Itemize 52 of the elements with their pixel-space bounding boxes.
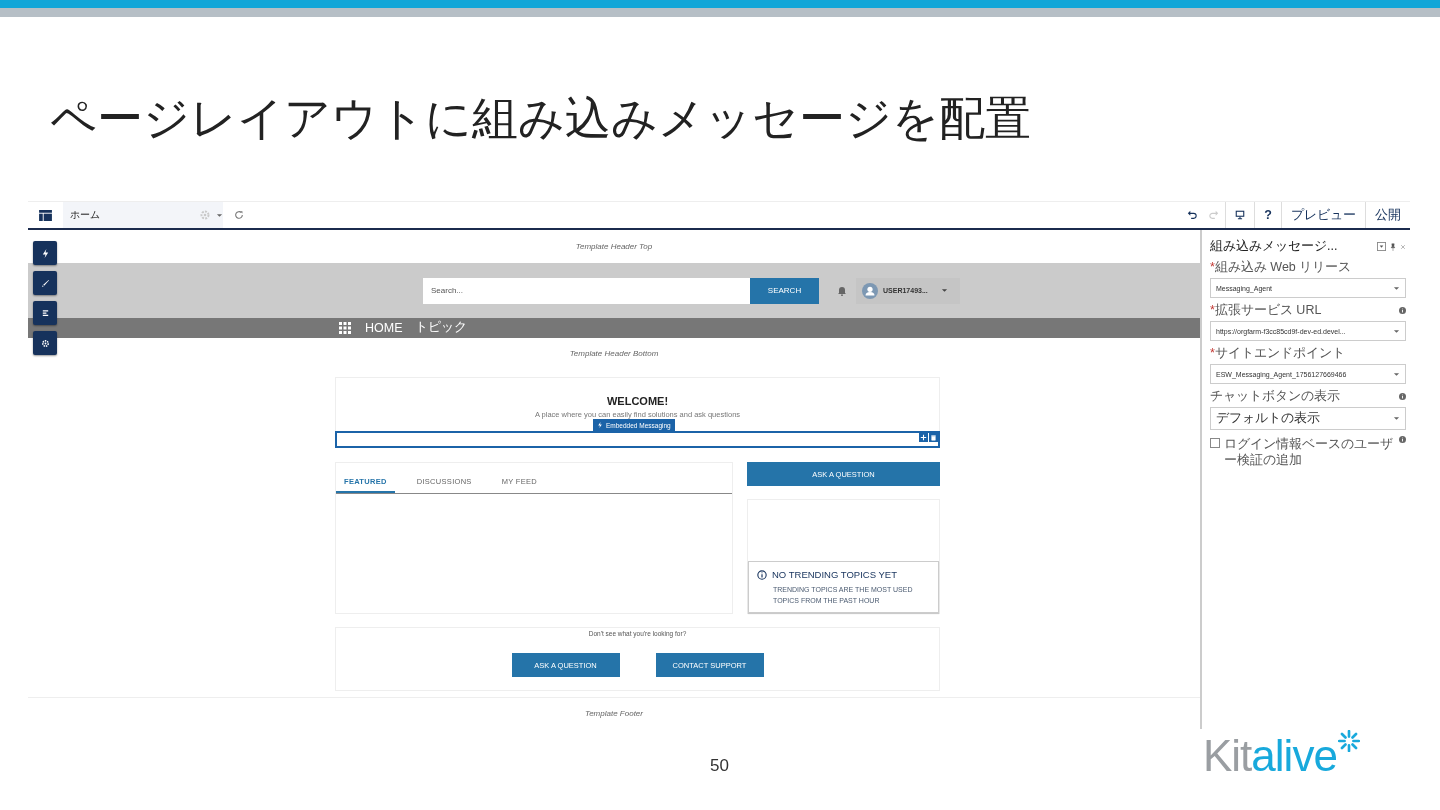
lightning-icon xyxy=(40,248,50,258)
layout-icon[interactable] xyxy=(39,209,52,221)
select-field[interactable]: デフォルトの表示 xyxy=(1210,407,1406,430)
refresh-icon[interactable] xyxy=(234,210,244,220)
field-label: *拡張サービス URL xyxy=(1210,302,1322,319)
undo-icon xyxy=(1187,210,1198,220)
template-header-top-label: Template Header Top xyxy=(575,241,653,251)
settings-button[interactable] xyxy=(33,331,57,355)
notification-bell-icon[interactable] xyxy=(837,285,847,296)
page-number: 50 xyxy=(710,756,729,776)
checkbox-label: ログイン情報ベースのユーザー検証の追加 xyxy=(1224,436,1394,468)
caret-icon xyxy=(1393,328,1400,334)
monitor-icon xyxy=(1235,210,1246,220)
checkbox[interactable] xyxy=(1210,438,1220,448)
embedded-messaging-component[interactable] xyxy=(335,431,940,449)
field-label: *組み込み Web リリース xyxy=(1210,259,1352,276)
search-field[interactable]: Search... xyxy=(423,277,750,304)
brush-icon xyxy=(40,278,50,288)
components-button[interactable] xyxy=(33,241,57,265)
company-logo: Kitalive xyxy=(1203,728,1360,784)
gear-icon xyxy=(200,210,210,220)
asterisk-icon xyxy=(1337,730,1360,752)
caret-icon xyxy=(1393,416,1400,421)
welcome-title: WELCOME! xyxy=(606,395,669,408)
caret-icon xyxy=(216,212,223,218)
page-selector[interactable]: ホーム xyxy=(63,202,223,228)
slide-title: ページレイアウトに組み込みメッセージを配置 xyxy=(50,91,1032,146)
list-button[interactable] xyxy=(33,301,57,325)
lightning-icon xyxy=(597,422,603,429)
settings-icon xyxy=(40,338,50,348)
caret-icon xyxy=(1393,285,1400,291)
avatar-icon xyxy=(862,282,878,299)
list-icon xyxy=(40,308,50,318)
app-launcher-icon[interactable] xyxy=(339,321,351,334)
template-footer-label: Template Footer xyxy=(585,709,643,719)
template-header-bottom-label: Template Header Bottom xyxy=(569,348,659,358)
nav-link[interactable]: トピック xyxy=(414,319,467,337)
field-label: *サイトエンドポイント xyxy=(1210,345,1345,362)
caret-icon xyxy=(940,288,948,293)
theme-button[interactable] xyxy=(33,271,57,295)
caret-icon xyxy=(1393,371,1400,377)
dropdown-icon[interactable] xyxy=(1377,242,1386,251)
move-icon[interactable] xyxy=(919,433,928,443)
redo-icon xyxy=(1209,210,1220,220)
nav-link[interactable]: HOME xyxy=(365,320,403,335)
pin-icon[interactable] xyxy=(1390,242,1396,251)
field-label: チャットボタンの表示 xyxy=(1210,388,1340,405)
panel-title: 組み込みメッセージ... xyxy=(1210,238,1338,255)
search-button[interactable]: SEARCH xyxy=(750,277,819,304)
info-icon xyxy=(757,569,767,580)
trending-title: NO TRENDING TOPICS YET xyxy=(772,569,897,581)
delete-icon[interactable] xyxy=(929,433,938,443)
